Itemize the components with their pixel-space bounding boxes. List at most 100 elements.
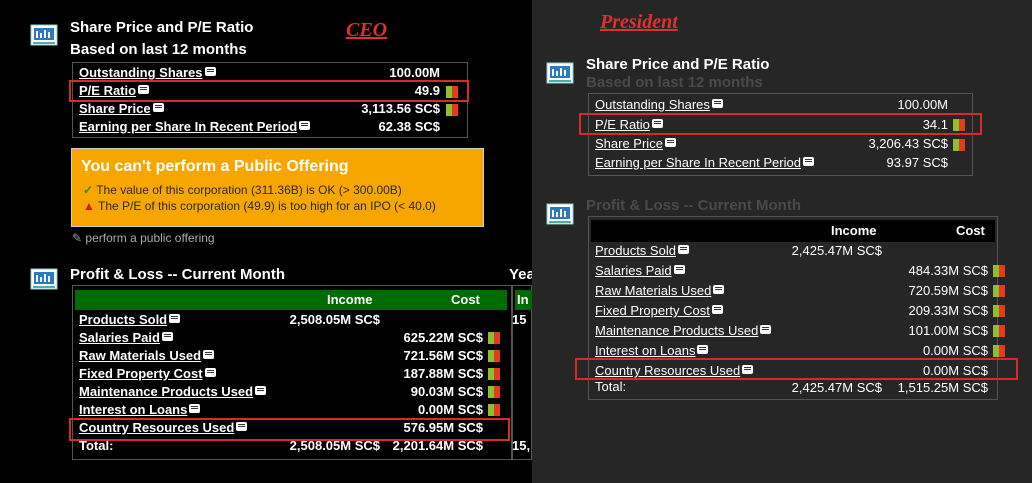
ceo-panel: Share Price and P/E Ratio Based on last … <box>0 0 535 483</box>
pl-row-maintenance-products-used: Maintenance Products Used <box>595 322 772 340</box>
country-resources-highlight-box <box>575 358 1018 380</box>
pl-row-cost: 484.33M SC$ <box>908 263 989 278</box>
info-bubble-icon[interactable] <box>711 99 723 108</box>
pl-row-cost: 90.03M SC$ <box>410 384 483 399</box>
pl-row-label[interactable]: Fixed Property Cost <box>79 366 203 381</box>
pl-row-cost: 625.22M SC$ <box>403 330 484 345</box>
status-flag-icon <box>993 345 1005 357</box>
pl-row-label[interactable]: Salaries Paid <box>595 263 672 278</box>
status-flag-icon <box>993 305 1005 317</box>
pl-row-label[interactable]: Products Sold <box>595 243 676 258</box>
cost-header: Cost <box>451 292 480 307</box>
status-flag-icon <box>488 368 500 380</box>
income-header: Income <box>327 292 373 307</box>
info-bubble-icon[interactable] <box>203 350 215 359</box>
year-total-partial: 15, <box>512 438 531 453</box>
warning-triangle-icon: ▲ <box>83 199 95 213</box>
pl-row-cost: 101.00M SC$ <box>908 323 989 338</box>
share-price-value: 3,206.43 SC$ <box>868 136 948 151</box>
ceo-tag: CEO <box>346 19 388 41</box>
stock-chart-icon <box>30 268 58 290</box>
status-flag-icon <box>953 139 965 151</box>
ipo-ok-line: ✓ The value of this corporation (311.36B… <box>83 183 402 197</box>
pl-row-income: 2,425.47M SC$ <box>791 243 882 258</box>
info-bubble-icon[interactable] <box>664 138 676 147</box>
president-tag: President <box>600 11 678 33</box>
pl-table-header: Income Cost <box>591 220 995 242</box>
info-bubble-icon[interactable] <box>677 245 689 254</box>
pl-section-title: Profit & Loss -- Current Month <box>586 197 801 214</box>
pl-row-label[interactable]: Maintenance Products Used <box>79 384 253 399</box>
share-price-row: Share Price <box>79 100 164 118</box>
check-icon: ✓ <box>83 183 94 197</box>
share-price-row: Share Price <box>595 135 676 153</box>
info-bubble-icon[interactable] <box>697 345 709 354</box>
info-bubble-icon[interactable] <box>711 305 723 314</box>
info-bubble-icon[interactable] <box>161 332 173 341</box>
pe-highlight-box <box>69 80 469 102</box>
pl-row-raw-materials-used: Raw Materials Used <box>79 347 215 365</box>
status-flag-icon <box>488 332 500 344</box>
status-flag-icon <box>488 404 500 416</box>
status-flag-icon <box>993 285 1005 297</box>
share-price-label[interactable]: Share Price <box>79 101 151 116</box>
pl-row-cost: 720.59M SC$ <box>908 283 989 298</box>
status-flag-icon <box>993 325 1005 337</box>
pl-row-maintenance-products-used: Maintenance Products Used <box>79 383 267 401</box>
info-bubble-icon[interactable] <box>204 368 216 377</box>
eps-row: Earning per Share In Recent Period <box>79 118 311 136</box>
pl-total-label: Total: <box>595 379 627 394</box>
info-bubble-icon[interactable] <box>152 103 164 112</box>
pe-highlight-box <box>579 113 982 135</box>
share-section-title: Share Price and P/E Ratio <box>70 19 254 36</box>
outstanding-shares-value: 100.00M <box>897 97 948 112</box>
pl-row-salaries-paid: Salaries Paid <box>79 329 173 347</box>
info-bubble-icon[interactable] <box>713 285 725 294</box>
pl-row-fixed-property-cost: Fixed Property Cost <box>79 365 216 383</box>
pl-row-cost: 0.00M SC$ <box>417 402 483 417</box>
info-bubble-icon[interactable] <box>673 265 685 274</box>
pl-row-label[interactable]: Raw Materials Used <box>79 348 201 363</box>
share-section-subtitle: Based on last 12 months <box>586 74 763 91</box>
pl-row-interest-on-loans: Interest on Loans <box>79 401 201 419</box>
info-bubble-icon[interactable] <box>189 404 201 413</box>
pl-row-label[interactable]: Raw Materials Used <box>595 283 711 298</box>
pencil-icon: ✎ <box>72 231 83 245</box>
year-table-header-partial: In <box>515 290 532 310</box>
eps-row: Earning per Share In Recent Period <box>595 154 814 172</box>
info-bubble-icon[interactable] <box>204 67 216 76</box>
public-offering-link[interactable]: ✎ perform a public offering <box>72 231 215 245</box>
eps-label[interactable]: Earning per Share In Recent Period <box>79 119 297 134</box>
info-bubble-icon[interactable] <box>802 157 814 166</box>
outstanding-shares-label[interactable]: Outstanding Shares <box>595 97 710 112</box>
pl-row-label[interactable]: Interest on Loans <box>79 402 187 417</box>
info-bubble-icon[interactable] <box>169 314 181 323</box>
pl-row-products-sold: Products Sold <box>595 242 689 260</box>
pl-row-raw-materials-used: Raw Materials Used <box>595 282 725 300</box>
share-price-label[interactable]: Share Price <box>595 136 663 151</box>
year-section-title-partial: Yea <box>509 266 535 283</box>
country-resources-highlight-box <box>69 418 510 441</box>
outstanding-shares-row: Outstanding Shares <box>595 96 723 114</box>
cost-header: Cost <box>956 223 985 238</box>
pl-row-label[interactable]: Fixed Property Cost <box>595 303 710 318</box>
pl-row-products-sold: Products Sold <box>79 311 181 329</box>
pl-section-title: Profit & Loss -- Current Month <box>70 266 285 283</box>
pl-row-fixed-property-cost: Fixed Property Cost <box>595 302 723 320</box>
pl-row-label[interactable]: Maintenance Products Used <box>595 323 758 338</box>
ipo-error-line: ▲ The P/E of this corporation (49.9) is … <box>83 199 436 213</box>
eps-label[interactable]: Earning per Share In Recent Period <box>595 155 801 170</box>
outstanding-shares-label[interactable]: Outstanding Shares <box>79 65 203 80</box>
pl-total-income: 2,425.47M SC$ <box>791 380 882 395</box>
info-bubble-icon[interactable] <box>299 121 311 130</box>
pl-row-label[interactable]: Products Sold <box>79 312 167 327</box>
pl-row-label[interactable]: Salaries Paid <box>79 330 160 345</box>
info-bubble-icon[interactable] <box>255 386 267 395</box>
stock-chart-icon <box>546 62 574 84</box>
info-bubble-icon[interactable] <box>760 325 772 334</box>
pl-row-label[interactable]: Interest on Loans <box>595 343 695 358</box>
pl-row-income: 2,508.05M SC$ <box>289 312 380 327</box>
status-flag-icon <box>488 350 500 362</box>
pl-row-cost: 721.56M SC$ <box>403 348 484 363</box>
ipo-warning-box: You can't perform a Public Offering ✓ Th… <box>71 148 484 227</box>
